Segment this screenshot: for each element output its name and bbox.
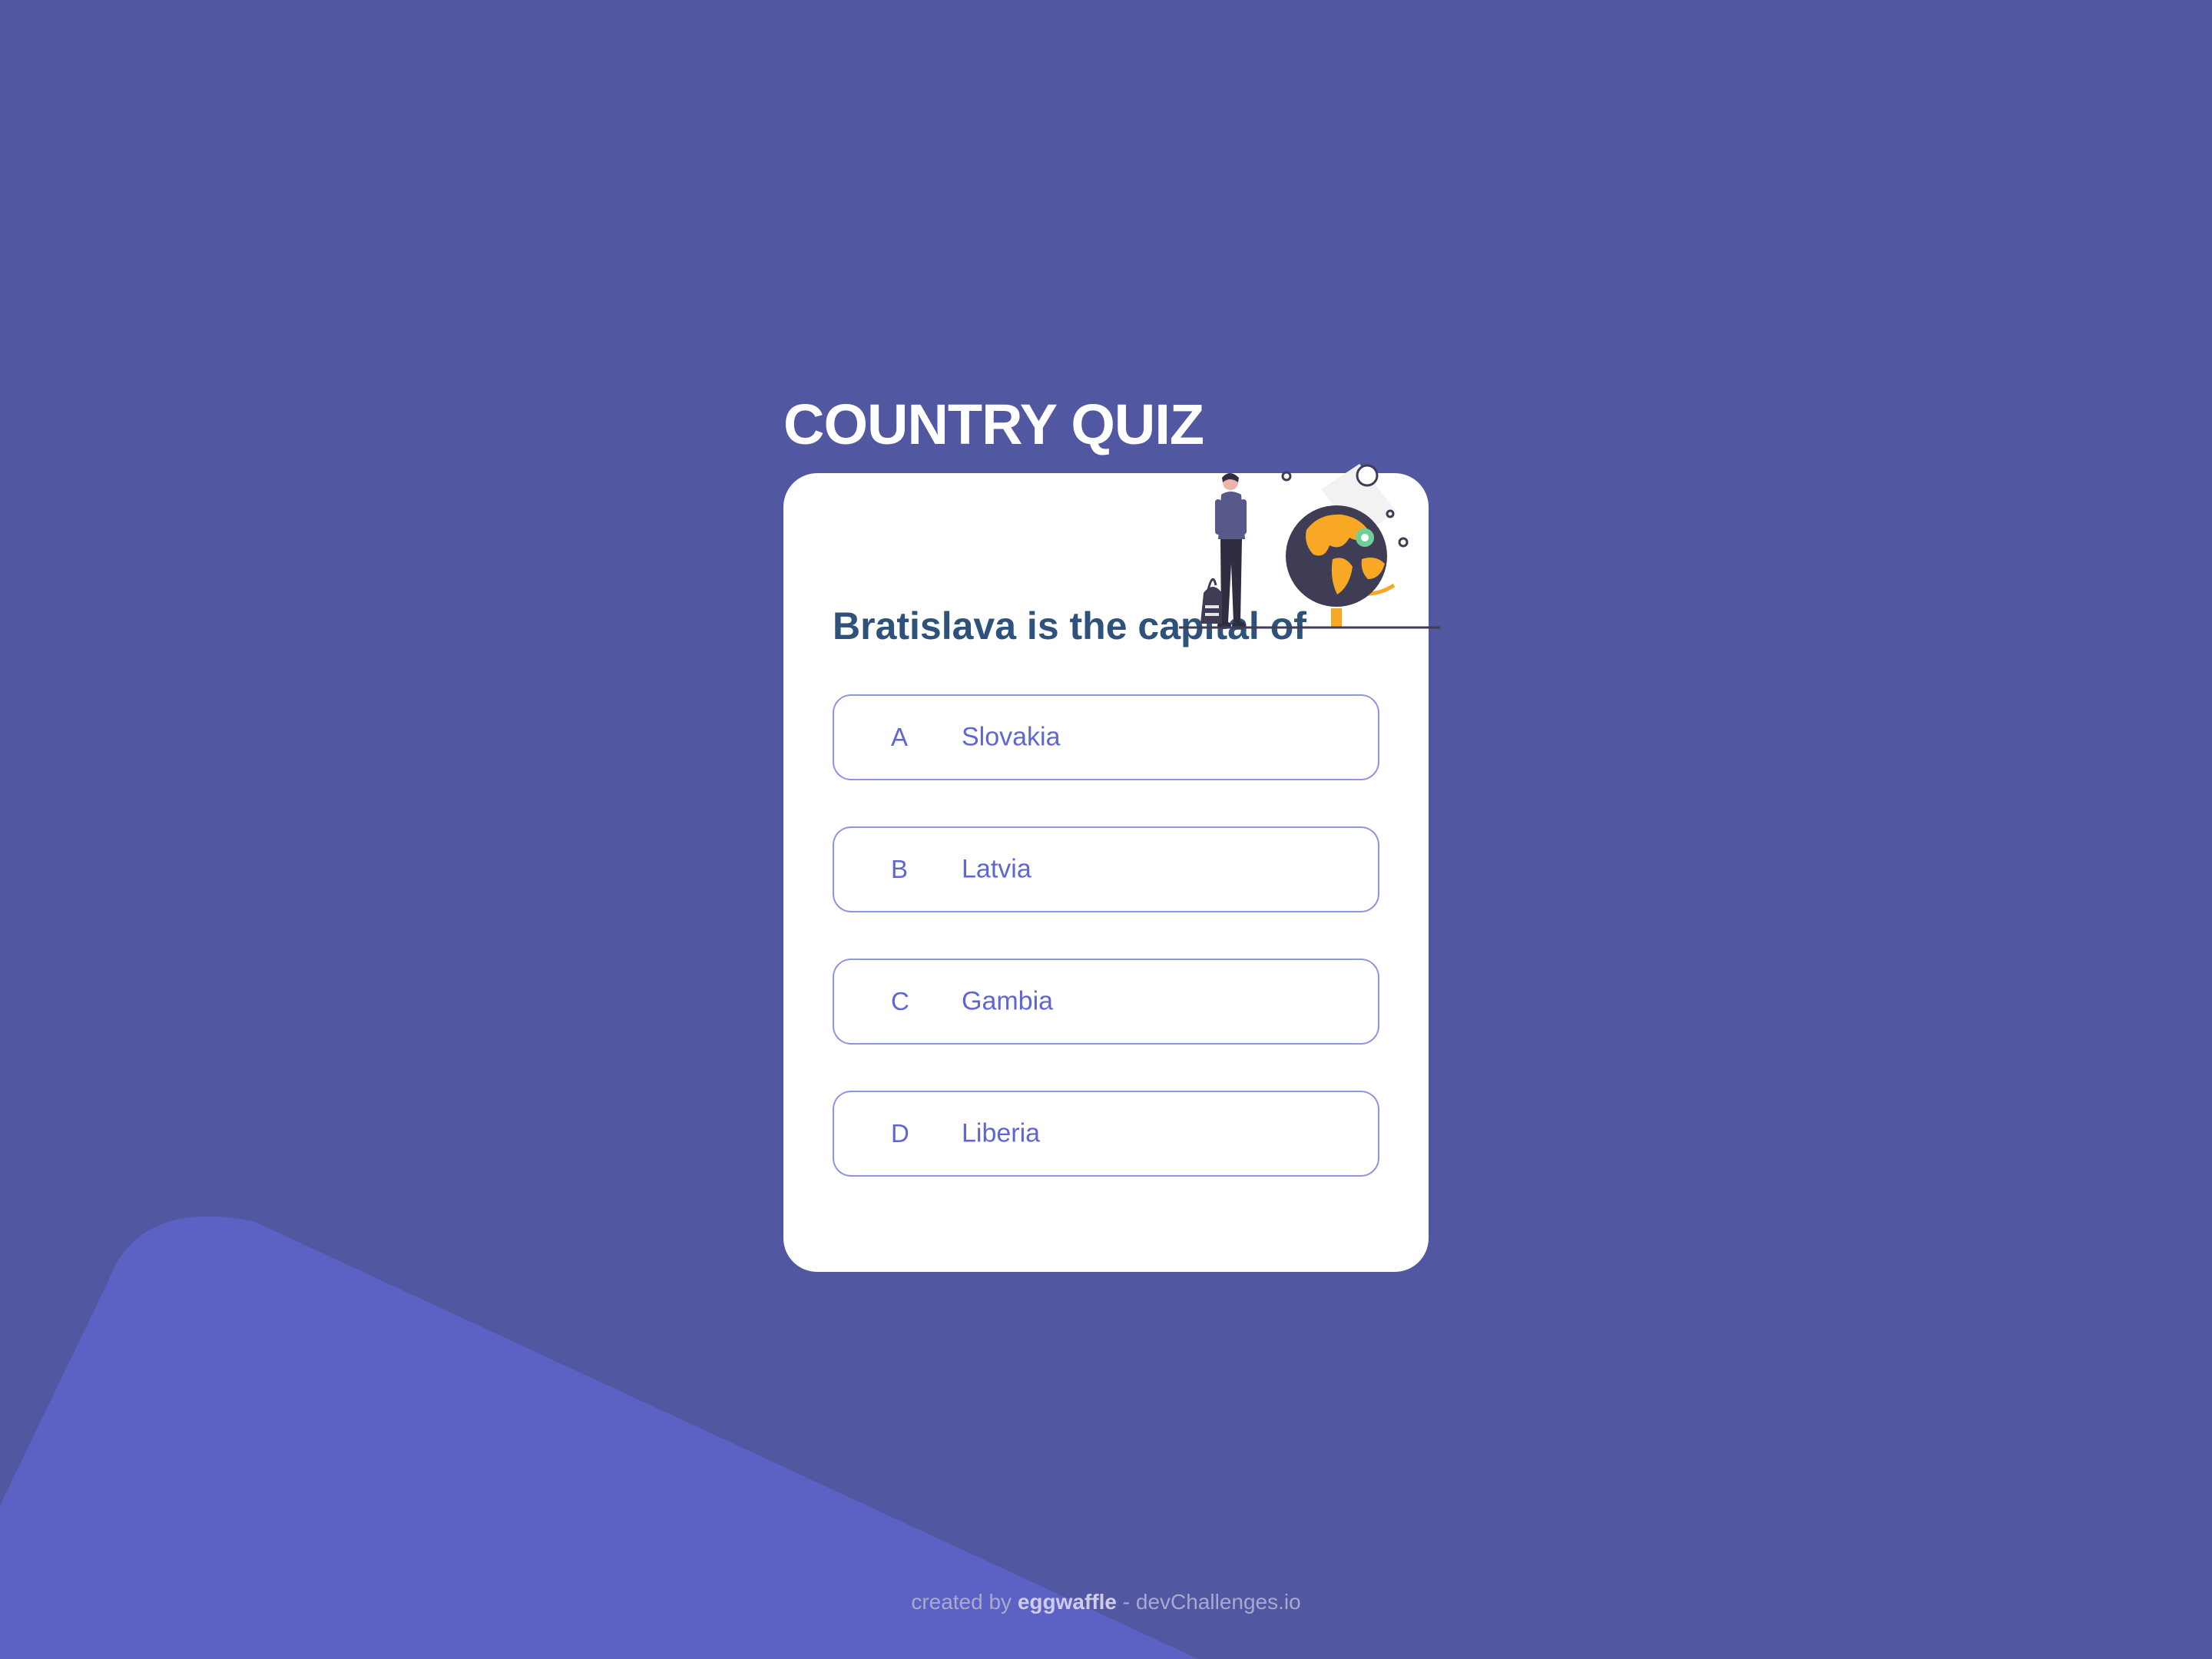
quiz-title: COUNTRY QUIZ xyxy=(783,392,1204,456)
option-letter: A xyxy=(891,723,909,751)
backpack-icon xyxy=(1200,578,1222,624)
quiz-card: Bratislava is the capital of A Slovakia … xyxy=(783,464,1440,1272)
option-a-button[interactable]: A Slovakia xyxy=(833,694,1379,780)
option-letter: D xyxy=(891,1119,909,1147)
option-text: Latvia xyxy=(962,854,1031,884)
traveler-globe-illustration xyxy=(1179,464,1440,629)
option-c-button[interactable]: C Gambia xyxy=(833,959,1379,1045)
footer: created by eggwaffle - devChallenges.io xyxy=(0,1590,2212,1614)
location-pin-icon xyxy=(1356,528,1374,547)
option-text: Liberia xyxy=(962,1118,1041,1148)
answer-options: A Slovakia B Latvia C Gambia D Liberia xyxy=(833,694,1379,1177)
option-b-button[interactable]: B Latvia xyxy=(833,826,1379,912)
footer-prefix: created by xyxy=(911,1590,1012,1614)
quiz-container: COUNTRY QUIZ Bratislava is the capital o… xyxy=(783,384,1440,1272)
option-text: Slovakia xyxy=(962,722,1061,752)
footer-author-link[interactable]: eggwaffle xyxy=(1018,1590,1117,1614)
footer-suffix: - devChallenges.io xyxy=(1122,1590,1301,1614)
option-d-button[interactable]: D Liberia xyxy=(833,1091,1379,1177)
option-text: Gambia xyxy=(962,986,1054,1016)
option-letter: C xyxy=(891,987,909,1015)
option-letter: B xyxy=(891,855,909,883)
